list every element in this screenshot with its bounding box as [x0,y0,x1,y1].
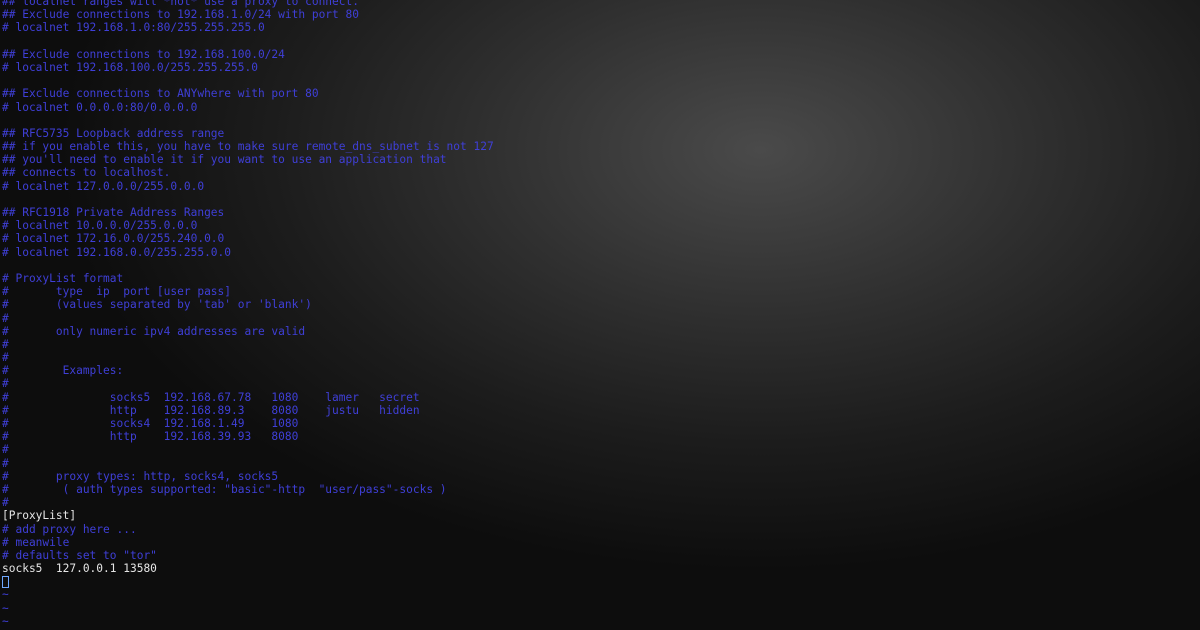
line-text: ~ [2,588,9,602]
config-line: # [2,496,1198,509]
config-line: socks5 127.0.0.1 13580 [2,562,1198,575]
config-line [2,259,1198,272]
line-text: # socks5 192.168.67.78 1080 lamer secret [2,390,420,404]
line-text: # localnet 10.0.0.0/255.0.0.0 [2,219,198,233]
line-text: ~ [2,614,9,628]
line-text: # [2,337,9,351]
text-cursor[interactable] [2,576,9,589]
line-text: # ProxyList format [2,271,124,285]
config-line: # localnet 192.168.100.0/255.255.255.0 [2,61,1198,74]
line-text: [ProxyList] [2,509,77,523]
empty-buffer-line: ~ [2,602,1198,615]
line-text: ## if you enable this, you have to make … [2,140,494,154]
line-text: # only numeric ipv4 addresses are valid [2,324,306,338]
config-line: ## Exclude connections to ANYwhere with … [2,87,1198,100]
line-text: # http 192.168.39.93 8080 [2,430,299,444]
line-text: ## localnet ranges will *not* use a prox… [2,0,359,8]
line-text: ## Exclude connections to 192.168.1.0/24… [2,8,359,22]
config-line: ## Exclude connections to 192.168.100.0/… [2,48,1198,61]
line-text: # type ip port [user pass] [2,285,232,299]
config-line: # ProxyList format [2,272,1198,285]
line-text: # localnet 172.16.0.0/255.240.0.0 [2,232,225,246]
line-text: # localnet 0.0.0.0:80/0.0.0.0 [2,100,198,114]
config-line: # (values separated by 'tab' or 'blank') [2,298,1198,311]
config-line: ## if you enable this, you have to make … [2,140,1198,153]
config-line [2,74,1198,87]
line-text: # localnet 192.168.0.0/255.255.0.0 [2,245,232,259]
config-line: # only numeric ipv4 addresses are valid [2,325,1198,338]
line-text: # ( auth types supported: "basic"-http "… [2,482,447,496]
line-text: # [2,456,9,470]
line-text: # proxy types: http, socks4, socks5 [2,469,279,483]
config-line: # proxy types: http, socks4, socks5 [2,470,1198,483]
config-line: ## you'll need to enable it if you want … [2,153,1198,166]
config-line: # localnet 0.0.0.0:80/0.0.0.0 [2,101,1198,114]
config-line: [ProxyList] [2,509,1198,522]
line-text: ## Exclude connections to ANYwhere with … [2,87,319,101]
line-text: # [2,311,9,325]
config-line: # http 192.168.89.3 8080 justu hidden [2,404,1198,417]
line-text: # defaults set to "tor" [2,548,157,562]
line-text: # localnet 192.168.1.0:80/255.255.255.0 [2,21,265,35]
config-line: ## RFC1918 Private Address Ranges [2,206,1198,219]
line-text: # meanwile [2,535,70,549]
config-line: # localnet 10.0.0.0/255.0.0.0 [2,219,1198,232]
config-line: # localnet 127.0.0.0/255.0.0.0 [2,180,1198,193]
line-text: # localnet 192.168.100.0/255.255.255.0 [2,60,258,74]
config-line: # http 192.168.39.93 8080 [2,430,1198,443]
config-line: # type ip port [user pass] [2,285,1198,298]
config-line: # localnet 172.16.0.0/255.240.0.0 [2,232,1198,245]
config-line: # localnet 192.168.0.0/255.255.0.0 [2,246,1198,259]
line-text: # socks4 192.168.1.49 1080 [2,417,299,430]
config-line: # meanwile [2,536,1198,549]
config-line: # add proxy here ... [2,523,1198,536]
line-text: ~ [2,601,9,615]
line-text: ## Exclude connections to 192.168.100.0/… [2,47,285,61]
line-text: # add proxy here ... [2,522,137,536]
config-line: # Examples: [2,364,1198,377]
line-text: # localnet 127.0.0.0/255.0.0.0 [2,179,205,193]
config-line: ## Exclude connections to 192.168.1.0/24… [2,8,1198,21]
config-line: # [2,338,1198,351]
config-line [2,114,1198,127]
line-text: # Examples: [2,364,124,378]
line-text: # (values separated by 'tab' or 'blank') [2,298,312,312]
cursor-line [2,575,1198,589]
config-line: # [2,377,1198,390]
line-text: # [2,496,9,510]
line-text: socks5 127.0.0.1 13580 [2,562,157,576]
line-text: # [2,377,9,391]
config-line: # defaults set to "tor" [2,549,1198,562]
config-line: ## localnet ranges will *not* use a prox… [2,0,1198,8]
config-line: # socks4 192.168.1.49 1080 [2,417,1198,430]
line-text: ## connects to localhost. [2,166,171,180]
config-line: ## RFC5735 Loopback address range [2,127,1198,140]
config-line: ## connects to localhost. [2,166,1198,179]
config-line: # localnet 192.168.1.0:80/255.255.255.0 [2,21,1198,34]
terminal-editor[interactable]: ## localnet ranges will *not* use a prox… [2,0,1198,630]
line-text: ## you'll need to enable it if you want … [2,153,447,167]
line-text: ## RFC5735 Loopback address range [2,126,225,140]
line-text: # [2,443,9,457]
line-text: # [2,351,9,365]
empty-buffer-line: ~ [2,615,1198,628]
config-line [2,193,1198,206]
config-line: # [2,457,1198,470]
empty-buffer-line: ~ [2,588,1198,601]
line-text: # http 192.168.89.3 8080 justu hidden [2,403,420,417]
line-text: ## RFC1918 Private Address Ranges [2,206,225,219]
config-line [2,35,1198,48]
config-line: # [2,443,1198,456]
config-line: # socks5 192.168.67.78 1080 lamer secret [2,391,1198,404]
config-line: # ( auth types supported: "basic"-http "… [2,483,1198,496]
config-line: # [2,351,1198,364]
config-line: # [2,312,1198,325]
